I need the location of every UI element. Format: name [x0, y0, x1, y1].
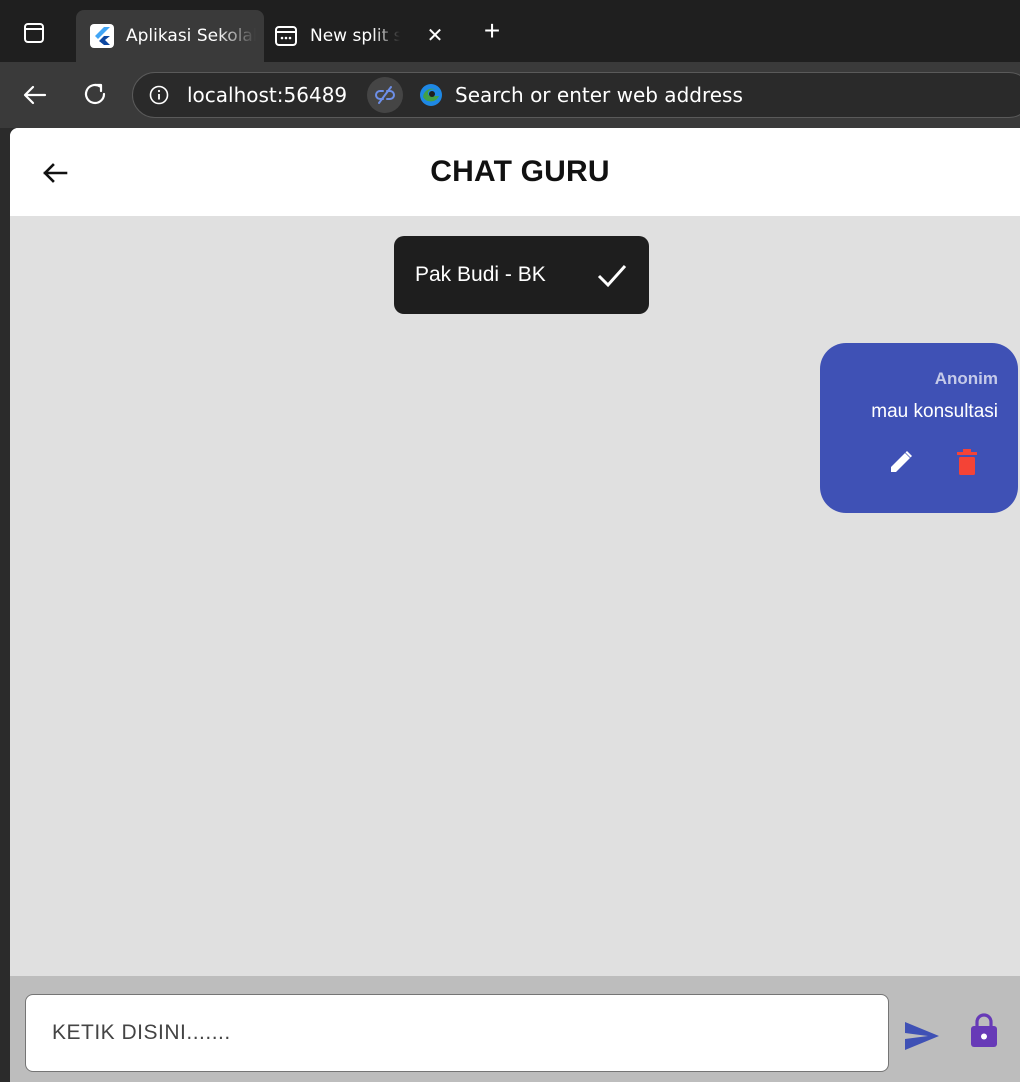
flutter-icon [90, 24, 114, 48]
teacher-selector[interactable]: Pak Budi - BK [394, 236, 649, 314]
site-info-icon[interactable] [149, 85, 169, 105]
message-bubble: Anonim mau konsultasi [820, 343, 1018, 513]
message-sender: Anonim [934, 369, 998, 388]
close-tab-icon[interactable]: ✕ [424, 24, 446, 46]
sidebar-toggle-icon[interactable] [22, 21, 46, 45]
tab-label: New split screen [310, 26, 400, 46]
message-input[interactable] [25, 994, 889, 1072]
message-text: mau konsultasi [871, 401, 998, 422]
message-composer [10, 976, 1020, 1082]
address-host: localhost:56489 [187, 83, 348, 107]
browser-reload-icon[interactable] [80, 79, 110, 109]
edit-icon[interactable] [888, 449, 914, 475]
chat-app: CHAT GURU Pak Budi - BK Anonim mau konsu… [10, 128, 1020, 1082]
split-screen-icon [275, 26, 297, 46]
browser-back-icon[interactable] [20, 80, 50, 110]
app-bar: CHAT GURU [10, 128, 1020, 216]
tab-aplikasi-sekolah[interactable]: Aplikasi Sekolah [76, 10, 264, 62]
edge-icon [419, 83, 443, 107]
address-field[interactable]: localhost:56489 Search or enter web addr… [132, 72, 1020, 118]
page-title: CHAT GURU [430, 155, 610, 188]
lock-icon[interactable] [970, 1012, 998, 1048]
send-icon[interactable] [904, 1020, 940, 1052]
teacher-name: Pak Budi - BK [415, 263, 546, 286]
delete-icon[interactable] [956, 449, 978, 475]
tab-label: Aplikasi Sekolah [126, 26, 256, 46]
address-placeholder: Search or enter web address [455, 83, 743, 107]
browser-address-bar: localhost:56489 Search or enter web addr… [0, 62, 1020, 128]
unlink-icon[interactable] [367, 77, 403, 113]
tab-new-split-screen[interactable]: New split screen ✕ [264, 10, 464, 62]
check-icon [597, 264, 627, 288]
new-tab-icon[interactable]: + [478, 17, 506, 46]
browser-tab-bar: Aplikasi Sekolah New split screen ✕ + [0, 0, 1020, 62]
